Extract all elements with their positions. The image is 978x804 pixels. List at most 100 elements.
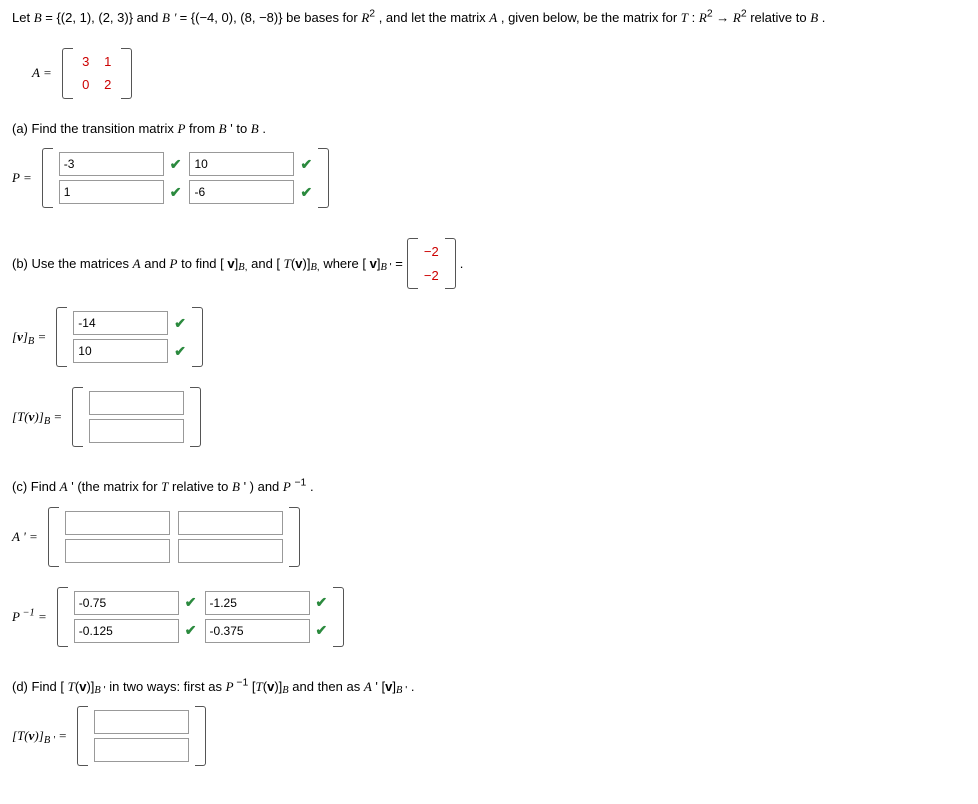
pd-end: . xyxy=(411,679,415,694)
Pinv-label: P −1 = xyxy=(12,607,47,627)
Bp-symbol: B xyxy=(219,121,227,136)
TvBp-input-r2[interactable] xyxy=(94,738,189,762)
TvB-input-r1[interactable] xyxy=(89,391,184,415)
rbracket xyxy=(195,706,206,766)
pc-Bp: B xyxy=(232,479,240,494)
sup-2c: 2 xyxy=(741,9,747,20)
intro-mid: , and let the matrix xyxy=(379,10,490,25)
lbracket xyxy=(72,387,83,447)
pb-A: A xyxy=(133,256,141,271)
rbracket xyxy=(192,307,203,367)
Ap-input-r2c2[interactable] xyxy=(178,539,283,563)
P-matrix-row: P = ✔ ✔ ✔ ✔ xyxy=(12,148,966,208)
Ap-input-r1c2[interactable] xyxy=(178,511,283,535)
pc-close: ) and xyxy=(250,479,283,494)
pb-T: T xyxy=(284,256,291,271)
check-icon: ✔ xyxy=(174,313,186,334)
sub-B1: B xyxy=(238,262,244,273)
P-input-r1c1[interactable] xyxy=(59,152,164,176)
pc-T: T xyxy=(161,479,168,494)
pd-T2: T xyxy=(256,679,263,694)
TvBp-input-r1[interactable] xyxy=(94,710,189,734)
pb-tofind: to find [ xyxy=(181,256,224,271)
pd-in: in two ways: first as xyxy=(109,679,225,694)
A-r2c1: 0 xyxy=(79,75,93,95)
rbracket xyxy=(289,507,300,567)
sub-B3: B xyxy=(380,262,386,273)
TvB-input-r2[interactable] xyxy=(89,419,184,443)
period: . xyxy=(460,254,464,274)
lbracket xyxy=(407,238,418,289)
pd-subBp: B xyxy=(94,685,100,696)
sub-B: B xyxy=(28,336,34,347)
intro-text: Let xyxy=(12,10,34,25)
rbracket xyxy=(318,148,329,208)
part-a-prompt: (a) Find the transition matrix P from B … xyxy=(12,119,966,139)
relative-to: relative to xyxy=(750,10,810,25)
Aprime-matrix-row: A ' = xyxy=(12,507,966,567)
eq-sign: = xyxy=(34,329,46,344)
TvB-matrix-row: [T(v)]B = xyxy=(12,387,966,447)
P-input-r2c1[interactable] xyxy=(59,180,164,204)
A-symbol: A xyxy=(489,10,497,25)
prime-to-text: ' to xyxy=(230,121,251,136)
B-end: B xyxy=(810,10,818,25)
T-symbol: T xyxy=(681,10,688,25)
Ap-input-r2c1[interactable] xyxy=(65,539,170,563)
check-icon: ✔ xyxy=(185,592,197,613)
matrix-A-definition: A = 3 1 0 2 xyxy=(32,48,966,99)
intro-post: , given below, be the matrix for xyxy=(501,10,681,25)
part-b-prompt: (b) Use the matrices A and P to find [ v… xyxy=(12,238,463,289)
check-icon: ✔ xyxy=(170,182,182,203)
left-bracket xyxy=(62,48,73,99)
A-r2c2: 2 xyxy=(101,75,115,95)
pb-pre: (b) Use the matrices xyxy=(12,256,133,271)
TvBp-label: [T(v)]B ' = xyxy=(12,726,67,746)
P-input-r2c2[interactable] xyxy=(189,180,294,204)
pd-pre: (d) Find [ xyxy=(12,679,64,694)
pb-eq: = xyxy=(395,256,403,271)
pd-P: P xyxy=(226,679,234,694)
Pinv-input-r2c2[interactable] xyxy=(205,619,310,643)
period: . xyxy=(822,10,826,25)
check-icon: ✔ xyxy=(316,620,328,641)
part-b: (b) Use the matrices A and P to find [ v… xyxy=(12,238,966,447)
B-sym: B xyxy=(251,121,259,136)
lbracket xyxy=(56,307,67,367)
v-bold1: v xyxy=(227,256,234,271)
lbracket xyxy=(57,587,68,647)
part-c: (c) Find A ' (the matrix for T relative … xyxy=(12,477,966,647)
Pinv-input-r2c1[interactable] xyxy=(74,619,179,643)
TvBp-matrix-row: [T(v)]B ' = xyxy=(12,706,966,766)
P-input-r1c2[interactable] xyxy=(189,152,294,176)
matrix-A: 3 1 0 2 xyxy=(62,48,132,99)
pc-end: . xyxy=(310,479,314,494)
P-label: P = xyxy=(12,168,32,188)
Pinv-input-r1c1[interactable] xyxy=(74,591,179,615)
part-d-prompt: (d) Find [ T(v)]B ' in two ways: first a… xyxy=(12,677,966,697)
lbracket xyxy=(77,706,88,766)
R-symbol2: R xyxy=(699,10,707,25)
pd-T: T xyxy=(68,679,75,694)
Pinv-input-r1c2[interactable] xyxy=(205,591,310,615)
vB-matrix: ✔ ✔ xyxy=(56,307,203,367)
pc-paren: (the matrix for xyxy=(77,479,161,494)
pd-Ap: A xyxy=(364,679,372,694)
part-a-text: (a) Find the transition matrix xyxy=(12,121,177,136)
P-matrix: ✔ ✔ ✔ ✔ xyxy=(42,148,329,208)
R-symbol3: R xyxy=(733,10,741,25)
check-icon: ✔ xyxy=(316,592,328,613)
vB-label: [v]B = xyxy=(12,327,46,347)
vB-input-r2[interactable] xyxy=(73,339,168,363)
rbracket xyxy=(445,238,456,289)
arrow: → xyxy=(716,10,733,25)
rbracket xyxy=(190,387,201,447)
TvB-matrix xyxy=(72,387,201,447)
eq-sign: = xyxy=(50,409,62,424)
vB-input-r1[interactable] xyxy=(73,311,168,335)
pd-then: and then as xyxy=(292,679,364,694)
pb-and2: and [ xyxy=(251,256,280,271)
Ap-input-r1c1[interactable] xyxy=(65,511,170,535)
pb-P: P xyxy=(170,256,178,271)
Bprime-symbol: B xyxy=(162,10,170,25)
